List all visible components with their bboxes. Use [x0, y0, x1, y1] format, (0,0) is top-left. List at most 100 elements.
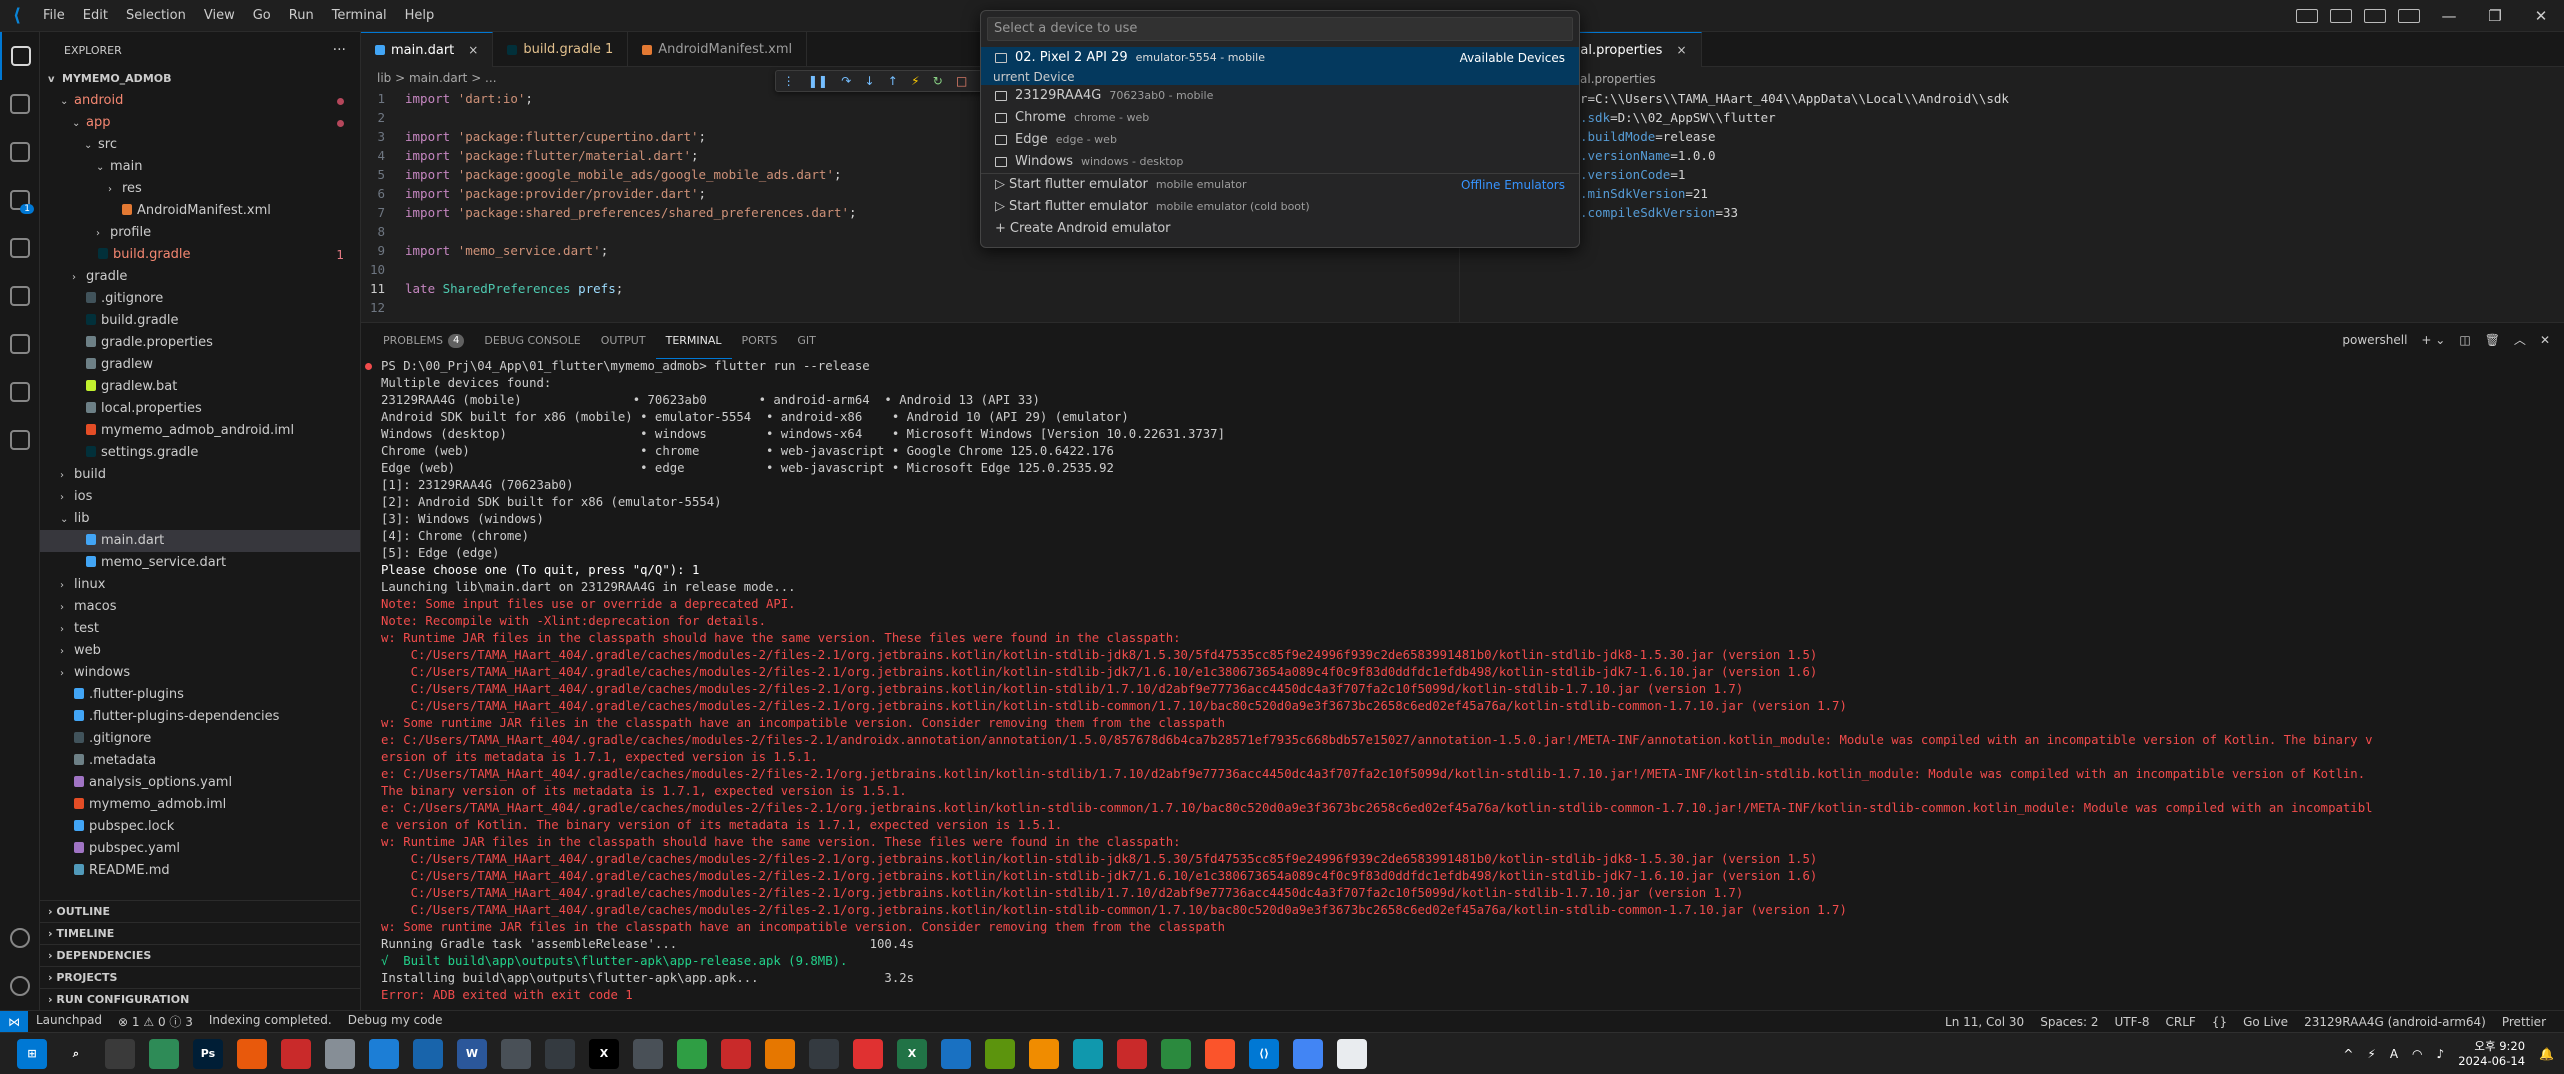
- device-option[interactable]: + Create Android emulator: [981, 218, 1579, 240]
- toggle-secondary-sidebar-icon[interactable]: [2364, 9, 2386, 23]
- tree-item[interactable]: README.md: [40, 860, 360, 882]
- device-option[interactable]: ▷ Start flutter emulator mobile emulator O…: [981, 174, 1579, 196]
- tree-item[interactable]: ⌄ app: [40, 112, 360, 134]
- device-search-input[interactable]: Select a device to use: [987, 17, 1573, 41]
- menu-help[interactable]: Help: [396, 0, 444, 32]
- status-left-item[interactable]: Indexing completed.: [201, 1013, 340, 1030]
- menu-selection[interactable]: Selection: [117, 0, 195, 32]
- tree-item[interactable]: .metadata: [40, 750, 360, 772]
- toggle-panel-icon[interactable]: [2330, 9, 2352, 23]
- section-run-configuration[interactable]: › RUN CONFIGURATION: [40, 988, 360, 1010]
- menu-run[interactable]: Run: [280, 0, 323, 32]
- status-right-item[interactable]: Prettier: [2494, 1015, 2554, 1029]
- menu-edit[interactable]: Edit: [74, 0, 117, 32]
- tab-main-dart[interactable]: main.dart ×: [361, 32, 494, 68]
- status-right-item[interactable]: CRLF: [2158, 1015, 2204, 1029]
- remote-indicator-icon[interactable]: ⋈: [0, 1010, 28, 1033]
- hot-reload-icon[interactable]: ⚡: [911, 74, 919, 88]
- taskbar-app-excel2-icon[interactable]: [1161, 1038, 1191, 1069]
- taskbar-app-green-icon[interactable]: [677, 1038, 707, 1069]
- tree-item[interactable]: .gitignore: [40, 288, 360, 310]
- terminal-output[interactable]: PS D:\00_Prj\04_App\01_flutter\mymemo_ad…: [361, 358, 2564, 1004]
- wifi-icon[interactable]: ◠: [2412, 1047, 2422, 1061]
- tree-item[interactable]: .gitignore: [40, 728, 360, 750]
- tree-item[interactable]: › windows: [40, 662, 360, 684]
- close-tab-icon[interactable]: ×: [1676, 33, 1686, 68]
- settings-sync-icon[interactable]: [0, 416, 40, 464]
- menu-terminal[interactable]: Terminal: [323, 0, 396, 32]
- tray-icon[interactable]: A: [2390, 1047, 2398, 1061]
- section-timeline[interactable]: › TIMELINE: [40, 922, 360, 944]
- split-terminal-icon[interactable]: ◫: [2459, 323, 2470, 358]
- taskbar-app-db-icon[interactable]: [325, 1038, 355, 1069]
- taskbar-app-blue-icon[interactable]: [413, 1038, 443, 1069]
- tree-item[interactable]: .flutter-plugins-dependencies: [40, 706, 360, 728]
- device-option[interactable]: 02. Pixel 2 API 29 emulator-5554 - mobile…: [981, 47, 1579, 69]
- tree-item[interactable]: settings.gradle: [40, 442, 360, 464]
- terminal-shell-label[interactable]: powershell: [2342, 323, 2407, 358]
- tree-item[interactable]: mymemo_admob_android.iml: [40, 420, 360, 442]
- taskbar-app-red-icon[interactable]: [281, 1038, 311, 1069]
- restore-button[interactable]: ❐: [2472, 7, 2518, 25]
- breadcrumb-right[interactable]: al.properties: [1580, 72, 1656, 86]
- device-option[interactable]: Chrome chrome - web: [981, 107, 1579, 129]
- tree-item[interactable]: ⌄ main: [40, 156, 360, 178]
- tree-item[interactable]: local.properties: [40, 398, 360, 420]
- status-right-item[interactable]: Spaces: 2: [2032, 1015, 2106, 1029]
- files-icon[interactable]: [0, 32, 40, 80]
- taskbar-photoshop-icon[interactable]: Ps: [193, 1038, 223, 1069]
- more-actions-icon[interactable]: ···: [333, 42, 346, 58]
- device-option[interactable]: 23129RAA4G 70623ab0 - mobile: [981, 85, 1579, 107]
- status-left-item[interactable]: Debug my code: [340, 1013, 451, 1030]
- tree-item[interactable]: ⌄ android: [40, 90, 360, 112]
- status-right-item[interactable]: UTF-8: [2107, 1015, 2158, 1029]
- manage-gear-icon[interactable]: [0, 962, 40, 1010]
- kill-terminal-icon[interactable]: 🗑: [2485, 323, 2500, 358]
- tree-item[interactable]: › build: [40, 464, 360, 486]
- taskbar-app-capsule2-icon[interactable]: [633, 1038, 663, 1069]
- minimize-button[interactable]: —: [2426, 7, 2472, 25]
- tab-androidmanifest-xml[interactable]: AndroidManifest.xml: [628, 32, 808, 67]
- source-control-icon[interactable]: [0, 128, 40, 176]
- taskbar-vscode-icon[interactable]: ⟨⟩: [1249, 1038, 1279, 1069]
- add-terminal-icon[interactable]: + ⌄: [2421, 323, 2445, 358]
- notification-icon[interactable]: 🔔: [2539, 1047, 2554, 1061]
- taskbar-app-red3-icon[interactable]: [853, 1038, 883, 1069]
- tree-item[interactable]: build.gradle: [40, 310, 360, 332]
- tree-item[interactable]: › web: [40, 640, 360, 662]
- search-icon[interactable]: [0, 80, 40, 128]
- close-tab-icon[interactable]: ×: [468, 33, 478, 68]
- panel-tab-output[interactable]: OUTPUT: [591, 323, 656, 358]
- close-panel-icon[interactable]: ✕: [2540, 323, 2550, 358]
- tab-build-gradle-1[interactable]: build.gradle 1: [493, 32, 629, 67]
- taskbar-start-icon[interactable]: ⊞: [17, 1038, 47, 1069]
- status-right-item[interactable]: {}: [2204, 1015, 2235, 1029]
- panel-tab-terminal[interactable]: TERMINAL: [655, 323, 732, 359]
- tree-item[interactable]: ⌄ lib: [40, 508, 360, 530]
- section-dependencies[interactable]: › DEPENDENCIES: [40, 944, 360, 966]
- remote-explorer-icon[interactable]: [0, 368, 40, 416]
- pause-icon[interactable]: ❚❚: [808, 74, 828, 88]
- taskbar-app-game-icon[interactable]: [545, 1038, 575, 1069]
- device-option[interactable]: ▷ Start flutter emulator mobile emulator …: [981, 196, 1579, 218]
- status-left-item[interactable]: Launchpad: [28, 1013, 110, 1030]
- customize-layout-icon[interactable]: [2398, 9, 2420, 23]
- tree-item[interactable]: memo_service.dart: [40, 552, 360, 574]
- toggle-sidebar-icon[interactable]: [2296, 9, 2318, 23]
- tree-item[interactable]: › res: [40, 178, 360, 200]
- taskbar-maps-icon[interactable]: [369, 1038, 399, 1069]
- close-window-button[interactable]: ✕: [2518, 7, 2564, 25]
- taskbar-terminal-icon[interactable]: [809, 1038, 839, 1069]
- tree-item[interactable]: AndroidManifest.xml: [40, 200, 360, 222]
- tree-item[interactable]: gradle.properties: [40, 332, 360, 354]
- properties-editor[interactable]: r=C:\\Users\\TAMA_HAart_404\\AppData\\Lo…: [1460, 67, 2564, 222]
- menu-view[interactable]: View: [195, 0, 244, 32]
- taskbar-word-icon[interactable]: W: [457, 1038, 487, 1069]
- section-projects[interactable]: › PROJECTS: [40, 966, 360, 988]
- tree-item[interactable]: › ios: [40, 486, 360, 508]
- tree-item[interactable]: ⌄ src: [40, 134, 360, 156]
- taskbar-app-star-icon[interactable]: [985, 1038, 1015, 1069]
- tree-item[interactable]: › gradle: [40, 266, 360, 288]
- taskbar-app-search-icon[interactable]: [941, 1038, 971, 1069]
- taskbar-chrome-alt-icon[interactable]: [1029, 1038, 1059, 1069]
